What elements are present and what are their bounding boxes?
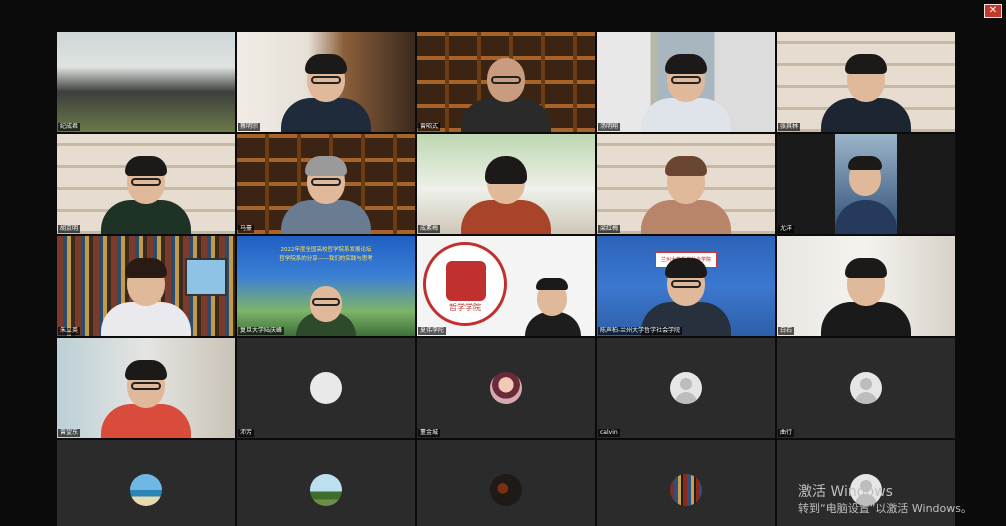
video-tile[interactable]: 曾望东: [57, 338, 235, 438]
participant-name: 马豪: [238, 225, 255, 233]
participant-name: 曾望东: [58, 429, 81, 437]
video-tile[interactable]: 沛芳: [237, 338, 415, 438]
video-tile[interactable]: 朱立英: [57, 236, 235, 336]
video-tile[interactable]: [417, 440, 595, 526]
participant-figure: [101, 154, 191, 234]
windows-activation-hint: 转到“电脑设置”以激活 Windows。: [798, 502, 972, 515]
participant-figure: [281, 154, 371, 234]
participant-figure: [101, 256, 191, 336]
school-seal: 哲学学院: [423, 242, 507, 326]
participant-figure: [281, 52, 371, 132]
windows-activation-title: 激活 Windows: [798, 484, 893, 500]
participant-name: 白石: [778, 327, 795, 335]
participant-figure: [101, 358, 191, 438]
participant-figure: [821, 256, 911, 336]
participant-figure: [461, 52, 551, 132]
video-tile[interactable]: 哲学学院 夏伟李陀: [417, 236, 595, 336]
video-tile[interactable]: [57, 440, 235, 526]
avatar: [130, 474, 162, 506]
participant-name: 朱立英: [58, 327, 81, 335]
participant-name: 夏伟李陀: [418, 327, 447, 335]
video-tile[interactable]: 梁红梅: [597, 134, 775, 234]
participant-figure: [641, 52, 731, 132]
avatar: [310, 474, 342, 506]
video-tile[interactable]: 马豪: [237, 134, 415, 234]
participant-figure: [641, 256, 731, 336]
video-tile[interactable]: 胡京明: [57, 134, 235, 234]
slide-title: 2022年度全国高校哲学院系发展论坛 哲学院系的分享——我们的实践与思考: [279, 247, 373, 262]
default-avatar-icon: [850, 372, 882, 404]
participant-name: 蔡明宗: [238, 123, 261, 131]
participant-figure: [461, 154, 551, 234]
video-tile[interactable]: calvin: [597, 338, 775, 438]
participant-figure: [525, 276, 581, 336]
participant-name: 尤洋: [778, 225, 795, 233]
participant-name: 沛芳: [238, 429, 255, 437]
video-tile[interactable]: 尤洋: [777, 134, 955, 234]
video-tile[interactable]: [597, 440, 775, 526]
video-tile[interactable]: 2022年度全国高校哲学院系发展论坛 哲学院系的分享——我们的实践与思考 复旦大…: [237, 236, 415, 336]
participant-name: 纪成君: [58, 123, 81, 131]
participant-figure: [296, 280, 356, 336]
participant-name: calvin: [598, 429, 620, 437]
participant-figure: [821, 52, 911, 132]
participant-name: 张其林: [778, 123, 801, 131]
close-button[interactable]: ✕: [984, 4, 1002, 18]
participant-name: 陈声柏-兰州大学哲学社会学院: [598, 327, 683, 335]
avatar: [490, 372, 522, 404]
participant-figure: [835, 154, 897, 234]
video-tile[interactable]: 张其林: [777, 32, 955, 132]
participant-name: 曾昭式: [418, 123, 441, 131]
participant-name: 胡京明: [58, 225, 81, 233]
video-tile[interactable]: 白石: [777, 236, 955, 336]
video-tile[interactable]: 成素梅: [417, 134, 595, 234]
screen-display: [185, 258, 227, 296]
participant-name: 成素梅: [418, 225, 441, 233]
avatar: [490, 474, 522, 506]
default-avatar-icon: [670, 372, 702, 404]
avatar: [670, 474, 702, 506]
video-tile[interactable]: [237, 440, 415, 526]
video-grid: 纪成君 蔡明宗 曾昭式 汤明翔 张其林 胡京明 马豪 成素梅 梁红梅 尤洋 朱立…: [57, 32, 957, 526]
video-tile[interactable]: 汤明翔: [597, 32, 775, 132]
video-tile[interactable]: 纪成君: [57, 32, 235, 132]
video-tile[interactable]: 兰州大学哲学社会学院 陈声柏-兰州大学哲学社会学院: [597, 236, 775, 336]
video-feed: [57, 32, 235, 132]
participant-name: 梁红梅: [598, 225, 621, 233]
participant-name: 董金城: [418, 429, 441, 437]
avatar: [310, 372, 342, 404]
video-tile[interactable]: 曲行: [777, 338, 955, 438]
participant-figure: [641, 154, 731, 234]
video-tile[interactable]: 蔡明宗: [237, 32, 415, 132]
participant-name: 曲行: [778, 429, 795, 437]
video-tile[interactable]: 曾昭式: [417, 32, 595, 132]
participant-name: 汤明翔: [598, 123, 621, 131]
video-tile[interactable]: 董金城: [417, 338, 595, 438]
participant-name: 复旦大学陆庆峰: [238, 327, 285, 335]
